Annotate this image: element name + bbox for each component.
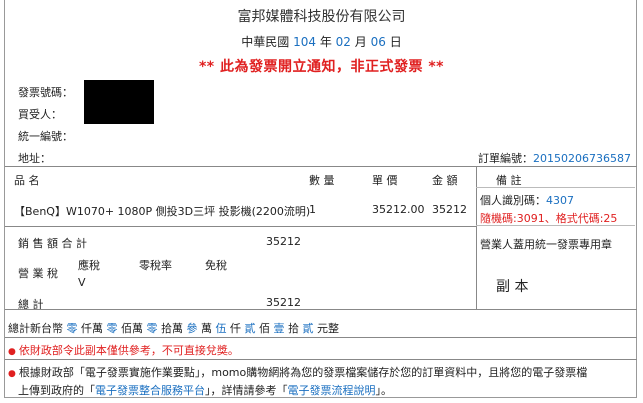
sales-label: 銷 售 額 合 計 xyxy=(18,237,87,250)
amount-word-unit: 元整 xyxy=(317,322,339,335)
footnote-2b-mid: 」，詳情請參考「 xyxy=(205,384,288,397)
amount-words-digits: 零 仟萬 零 佰萬 零 拾萬 參 萬 伍 仟 貳 佰 壹 拾 貳 元整 xyxy=(67,322,340,335)
item-name: 【BenQ】W1070+ 1080P 側投3D三坪 投影機(2200流明) xyxy=(14,205,311,218)
item-rule xyxy=(5,226,476,227)
not-official-notice: ** 此為發票開立通知，非正式發票 ** xyxy=(198,59,445,75)
amount-word-unit: 佰 xyxy=(259,322,270,335)
footnote-2b-pre: 上傳到政府的「 xyxy=(18,384,95,397)
date-year-unit: 年 xyxy=(319,35,332,49)
invoice-no-label: 發票號碼： xyxy=(18,86,73,99)
words-rule xyxy=(5,337,637,338)
date-day-unit: 日 xyxy=(389,35,402,49)
order-number: 訂單編號：20150206736587 xyxy=(478,150,631,166)
col-qty-header: 數 量 xyxy=(309,174,335,187)
footnote-upload-line2: 上傳到政府的「電子發票整合服務平台」，詳情請參考「電子發票流程說明」。 xyxy=(18,382,392,398)
col-price-header: 單 價 xyxy=(372,174,398,187)
item-amount: 35212 xyxy=(432,203,467,216)
footnote-reference-only: ● 依財政部令此副本僅供參考，不可直接兌獎。 xyxy=(8,342,239,358)
amount-words-prefix: 總計新台幣 xyxy=(8,322,63,335)
amount-word-unit: 仟萬 xyxy=(81,322,103,335)
personal-id-label: 個人識別碼： xyxy=(480,194,546,207)
amount-word-digit: 壹 xyxy=(273,322,285,335)
header-rule xyxy=(5,166,637,167)
taxable-label: 應稅 xyxy=(78,259,100,272)
personal-id-value: 4307 xyxy=(546,194,574,207)
footnote-upload-line1: ● 根據財政部「電子發票實施作業要點」，momo購物網將為您的發票檔案儲存於您的訂… xyxy=(8,364,587,380)
sales-value: 35212 xyxy=(266,235,301,248)
amount-word-unit: 拾萬 xyxy=(161,322,183,335)
tax-id-label: 統一編號： xyxy=(18,130,73,143)
buyer-label: 買受人： xyxy=(18,108,62,121)
footnote-2-text: 根據財政部「電子發票實施作業要點」，momo購物網將為您的發票檔案儲存於您的訂單… xyxy=(18,366,588,379)
amount-word-digit: 零 xyxy=(146,322,158,335)
bullet-icon: ● xyxy=(8,369,16,379)
amount-word-unit: 萬 xyxy=(201,322,212,335)
amount-word-digit: 參 xyxy=(186,322,198,335)
amount-word-digit: 伍 xyxy=(215,322,227,335)
tax-label: 營 業 稅 xyxy=(18,267,58,280)
einvoice-platform-link[interactable]: 電子發票整合服務平台 xyxy=(95,384,205,397)
bullet-icon: ● xyxy=(8,347,16,357)
date-month: 02 xyxy=(335,35,351,49)
amount-word-unit: 拾 xyxy=(288,322,299,335)
copy-label: 副 本 xyxy=(496,279,529,295)
col-item-header: 品 名 xyxy=(14,174,40,187)
amount-in-words: 總計新台幣 零 仟萬 零 佰萬 零 拾萬 參 萬 伍 仟 貳 佰 壹 拾 貳 元… xyxy=(8,320,339,336)
redacted-block xyxy=(84,80,154,124)
date-day: 06 xyxy=(370,35,386,49)
random-code: 隨機碼:3091、格式代碼:25 xyxy=(480,212,618,225)
amount-word-digit: 零 xyxy=(106,322,118,335)
footnote-rule xyxy=(5,359,637,360)
invoice-date: 中華民國 104 年 02 月 06 日 xyxy=(0,33,643,50)
date-year: 104 xyxy=(293,35,316,49)
einvoice-flow-link[interactable]: 電子發票流程說明 xyxy=(288,384,376,397)
amount-word-unit: 仟 xyxy=(230,322,241,335)
total-value: 35212 xyxy=(266,296,301,309)
taxable-check: V xyxy=(78,276,86,289)
totals-rule xyxy=(5,309,637,310)
exempt-label: 免稅 xyxy=(205,259,227,272)
order-no-value: 20150206736587 xyxy=(533,152,631,165)
date-month-unit: 月 xyxy=(354,35,367,49)
company-name: 富邦媒體科技股份有限公司 xyxy=(237,9,406,25)
col-remark-header: 備 註 xyxy=(496,174,522,187)
amount-word-digit: 貳 xyxy=(302,322,314,335)
footnote-2b-post: 」。 xyxy=(375,384,393,397)
stamp-label: 營業人蓋用統一發票專用章 xyxy=(480,238,612,251)
item-qty: 1 xyxy=(309,203,316,216)
amount-word-unit: 佰萬 xyxy=(121,322,143,335)
col-amount-header: 金 額 xyxy=(432,174,458,187)
amount-word-digit: 零 xyxy=(66,322,78,335)
zero-rate-label: 零稅率 xyxy=(139,259,172,272)
item-unit-price: 35212.00 xyxy=(372,203,425,216)
amount-word-digit: 貳 xyxy=(244,322,256,335)
date-era: 中華民國 xyxy=(241,35,290,49)
footnote-1-text: 依財政部令此副本僅供參考，不可直接兌獎。 xyxy=(18,344,239,357)
personal-id: 個人識別碼：4307 xyxy=(480,192,574,208)
address-label: 地址： xyxy=(18,152,51,165)
order-no-label: 訂單編號： xyxy=(478,152,533,165)
